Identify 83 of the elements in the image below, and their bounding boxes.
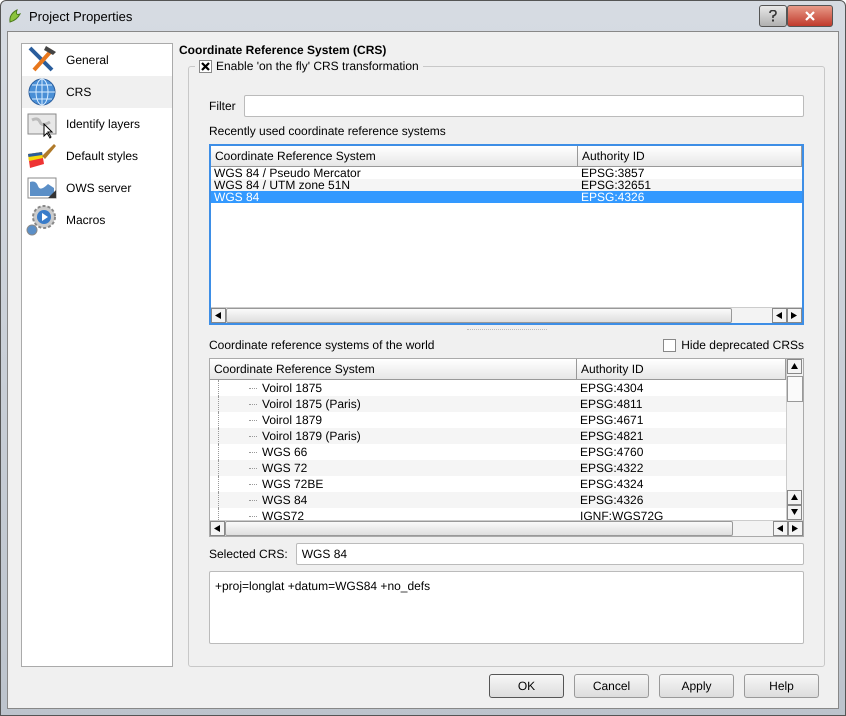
- scroll-up-icon: [791, 363, 798, 370]
- scroll-left-button[interactable]: [211, 308, 226, 323]
- scroll-down-button[interactable]: [787, 505, 802, 520]
- help-icon: [769, 10, 777, 22]
- sidebar-item[interactable]: Identify layers: [22, 108, 172, 140]
- table-cell-text: Voirol 1875 (Paris): [261, 396, 361, 412]
- scroll-left-button[interactable]: [210, 521, 225, 536]
- column-header[interactable]: Coordinate Reference System: [210, 359, 577, 379]
- gears-icon: [26, 204, 58, 236]
- dialog-button[interactable]: Cancel: [574, 674, 649, 698]
- table-cell-text: Voirol 1875: [261, 380, 322, 396]
- sidebar-item[interactable]: General: [22, 44, 172, 76]
- table-cell-text: EPSG:4760: [579, 445, 644, 459]
- selected-crs-label: Selected CRS:: [209, 547, 288, 561]
- scrollbar-thumb[interactable]: [225, 521, 733, 536]
- table-cell-text: EPSG:4811: [579, 397, 642, 411]
- checkbox-label[interactable]: Hide deprecated CRSs: [681, 338, 804, 352]
- scroll-left-icon: [777, 525, 784, 532]
- help-button[interactable]: [759, 5, 787, 27]
- table-cell-text: Voirol 1879 (Paris): [261, 428, 361, 444]
- scrollbar-thumb[interactable]: [226, 308, 732, 323]
- table-cell-text: EPSG:4821: [579, 429, 644, 443]
- table-row[interactable]: WGS 84 / Pseudo Mercator EPSG:3857: [211, 167, 802, 179]
- scrollbar-thumb[interactable]: [787, 376, 803, 402]
- scroll-left-button[interactable]: [773, 521, 788, 536]
- table-cell-text: Voirol 1879: [261, 412, 322, 428]
- table-cell-text: WGS 66: [261, 444, 308, 460]
- recent-list-label: Recently used coordinate reference systems: [209, 124, 447, 138]
- table-cell-text: WGS 84 / Pseudo Mercator: [213, 166, 361, 180]
- dialog-button[interactable]: Apply: [659, 674, 734, 698]
- table-cell-text: EPSG:4304: [579, 381, 644, 395]
- filter-field[interactable]: [244, 95, 804, 117]
- scroll-left-button[interactable]: [772, 308, 787, 323]
- column-header[interactable]: Authority ID: [578, 146, 802, 166]
- scroll-right-button[interactable]: [787, 308, 802, 323]
- table-cell-text: WGS 84 / UTM zone 51N: [213, 178, 350, 192]
- scroll-right-icon: [791, 312, 798, 319]
- scroll-up-button[interactable]: [787, 490, 802, 505]
- table-row[interactable]: WGS 84 / UTM zone 51N EPSG:32651: [211, 179, 802, 191]
- column-header[interactable]: Coordinate Reference System: [211, 146, 578, 166]
- selected-crs-field[interactable]: WGS 84: [296, 543, 804, 565]
- checkbox[interactable]: [199, 60, 212, 72]
- close-icon: [805, 11, 815, 21]
- checkbox[interactable]: [663, 338, 676, 352]
- table-row[interactable]: Voirol 1875 (Paris) EPSG:4811: [210, 396, 786, 412]
- table-cell-text: WGS 72BE: [261, 476, 324, 492]
- sidebar-item[interactable]: Macros: [22, 204, 172, 236]
- table-cell-text: EPSG:4324: [579, 477, 644, 491]
- table-cell-text: EPSG:32651: [580, 178, 652, 192]
- scroll-left-icon: [776, 312, 783, 319]
- table-cell-text: WGS 72: [261, 460, 308, 476]
- scroll-left-icon: [215, 312, 222, 319]
- table-cell-text: WGS72: [261, 508, 304, 520]
- table-cell-text: EPSG:4322: [579, 461, 644, 475]
- sidebar-item[interactable]: CRS: [22, 76, 172, 108]
- globe-icon: [26, 76, 58, 108]
- scroll-left-icon: [214, 525, 221, 532]
- dialog-button[interactable]: Help: [744, 674, 819, 698]
- table-cell-text: EPSG:4671: [579, 413, 644, 427]
- table-cell-text: WGS 84: [213, 190, 260, 204]
- scroll-down-icon: [791, 509, 798, 516]
- close-button[interactable]: [787, 5, 833, 27]
- scroll-right-button[interactable]: [788, 521, 803, 536]
- world-list-label: Coordinate reference systems of the world: [209, 338, 434, 352]
- dialog-button[interactable]: OK: [489, 674, 564, 698]
- section-heading: Coordinate Reference System (CRS): [179, 43, 388, 57]
- table-cell-text: WGS 84: [261, 492, 308, 508]
- table-row[interactable]: Voirol 1879 (Paris) EPSG:4821: [210, 428, 786, 444]
- app-logo-icon: [7, 8, 23, 24]
- table-cell-text: EPSG:4326: [579, 493, 644, 507]
- table-row[interactable]: WGS 72 EPSG:4322: [210, 460, 786, 476]
- scroll-right-icon: [792, 525, 799, 532]
- table-cell-text: EPSG:4326: [580, 190, 644, 204]
- table-row[interactable]: WGS 84 EPSG:4326: [210, 492, 786, 508]
- window-title: Project Properties: [29, 8, 134, 24]
- scroll-up-button[interactable]: [787, 359, 802, 374]
- proj-string-box[interactable]: +proj=longlat +datum=WGS84 +no_defs: [209, 571, 804, 644]
- sidebar-item[interactable]: Default styles: [22, 140, 172, 172]
- filter-label: Filter: [209, 99, 236, 113]
- scroll-up-icon: [791, 494, 798, 501]
- table-cell-text: IGNF:WGS72G: [579, 509, 664, 520]
- sidebar-item[interactable]: OWS server: [22, 172, 172, 204]
- table-cell-text: EPSG:3857: [580, 166, 644, 180]
